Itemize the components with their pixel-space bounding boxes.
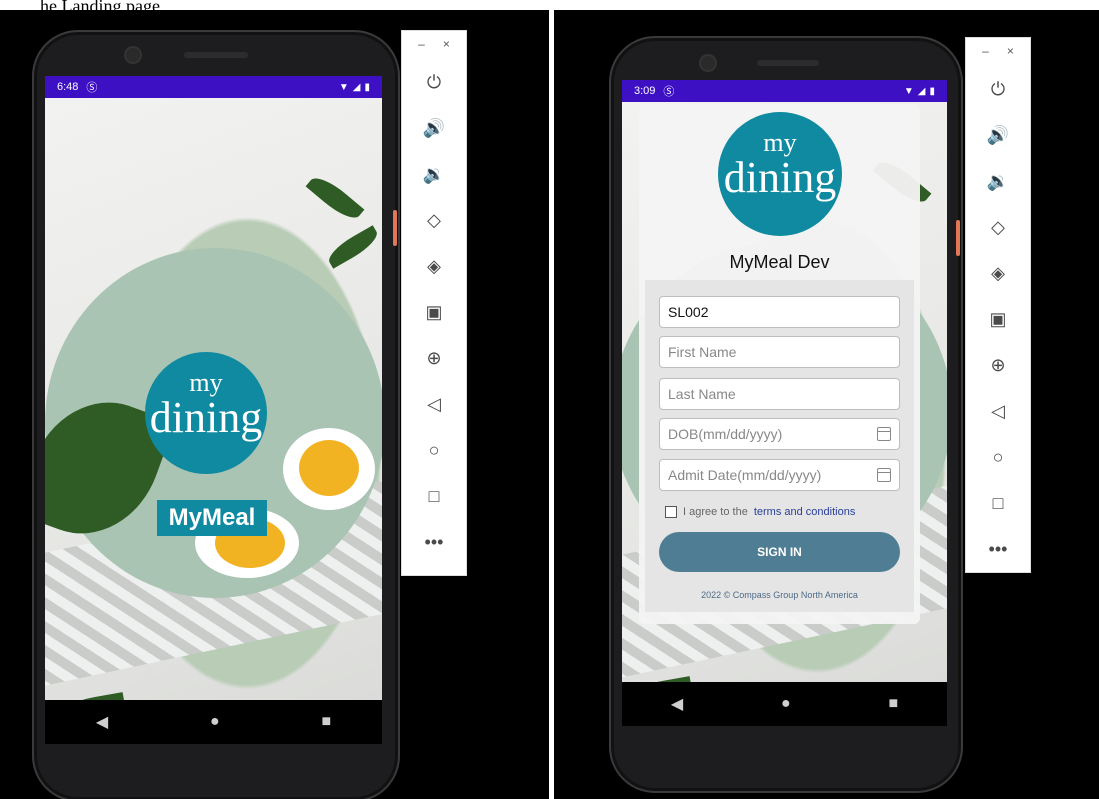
terms-row: I agree to the terms and conditions (665, 506, 855, 518)
left-screen: 6:48 Ⓢ ▼ ◢ ▮ my dining MyMeal ◀ ● ■ (45, 76, 382, 744)
front-camera (699, 54, 717, 72)
nav-back-button[interactable]: ◀ (671, 694, 683, 714)
power-icon[interactable]: ⏻ (402, 59, 466, 105)
terms-link[interactable]: terms and conditions (754, 506, 856, 518)
first-name-placeholder: First Name (668, 344, 737, 360)
battery-icon: ▮ (929, 85, 935, 97)
status-time: 6:48 (57, 81, 79, 93)
right-screenshot-panel: 3:09 Ⓢ ▼ ◢ ▮ my dining MyMeal Dev SL002 … (554, 10, 1099, 799)
home-icon[interactable]: ○ (966, 434, 1030, 480)
leaf-decoration (324, 225, 382, 269)
battery-icon: ▮ (364, 81, 370, 93)
camera-icon[interactable]: ▣ (402, 289, 466, 335)
minimize-button[interactable]: – (982, 44, 989, 58)
site-code-value: SL002 (668, 304, 709, 320)
nav-home-button[interactable]: ● (210, 713, 220, 731)
nav-recents-button[interactable]: ■ (321, 713, 331, 731)
nav-recents-button[interactable]: ■ (888, 695, 898, 713)
mydining-logo: my dining (145, 352, 267, 474)
admit-date-input[interactable]: Admit Date(mm/dd/yyyy) (659, 459, 900, 491)
dob-input[interactable]: DOB(mm/dd/yyyy) (659, 418, 900, 450)
status-time: 3:09 (634, 85, 656, 97)
left-phone-side-button (393, 210, 397, 246)
earpiece-speaker (757, 60, 819, 66)
status-bar: 3:09 Ⓢ ▼ ◢ ▮ (622, 80, 947, 102)
right-screen: 3:09 Ⓢ ▼ ◢ ▮ my dining MyMeal Dev SL002 … (622, 80, 947, 726)
logo-dining-text: dining (149, 393, 263, 442)
status-bar: 6:48 Ⓢ ▼ ◢ ▮ (45, 76, 382, 98)
mydining-logo: my dining (718, 112, 842, 236)
logo-dining-text: dining (723, 153, 837, 202)
emulator-toolbar: – × ⏻ 🔊 🔉 ◇ ◈ ▣ ⊕ ◁ ○ □ ••• (965, 37, 1031, 573)
android-nav-bar: ◀ ● ■ (622, 682, 947, 726)
nav-home-button[interactable]: ● (781, 695, 791, 713)
site-code-input[interactable]: SL002 (659, 296, 900, 328)
overview-icon[interactable]: □ (966, 480, 1030, 526)
volume-down-icon[interactable]: 🔉 (966, 158, 1030, 204)
volume-down-icon[interactable]: 🔉 (402, 151, 466, 197)
earpiece-speaker (184, 52, 248, 58)
back-icon[interactable]: ◁ (966, 388, 1030, 434)
front-camera (124, 46, 142, 64)
home-icon[interactable]: ○ (402, 427, 466, 473)
rotate-right-icon[interactable]: ◈ (402, 243, 466, 289)
more-icon[interactable]: ••• (966, 526, 1030, 572)
calendar-icon[interactable] (877, 427, 891, 441)
yolk-decoration (299, 440, 359, 496)
wifi-icon: ▼ (338, 81, 349, 93)
last-name-input[interactable]: Last Name (659, 378, 900, 410)
nav-back-button[interactable]: ◀ (96, 712, 108, 732)
volume-up-icon[interactable]: 🔊 (966, 112, 1030, 158)
first-name-input[interactable]: First Name (659, 336, 900, 368)
right-phone-side-button (956, 220, 960, 256)
camera-icon[interactable]: ▣ (966, 296, 1030, 342)
rotate-left-icon[interactable]: ◇ (966, 204, 1030, 250)
login-form: SL002 First Name Last Name DOB(mm/dd/yyy… (645, 280, 914, 612)
zoom-icon[interactable]: ⊕ (966, 342, 1030, 388)
leaf-decoration (305, 171, 365, 225)
wifi-icon: ▼ (903, 85, 914, 97)
notification-icon: Ⓢ (86, 82, 98, 94)
notification-icon: Ⓢ (663, 86, 675, 98)
power-icon[interactable]: ⏻ (966, 66, 1030, 112)
left-screenshot-panel: 6:48 Ⓢ ▼ ◢ ▮ my dining MyMeal ◀ ● ■ – × … (0, 10, 549, 799)
close-button[interactable]: × (1007, 44, 1014, 58)
volume-up-icon[interactable]: 🔊 (402, 105, 466, 151)
dob-placeholder: DOB(mm/dd/yyyy) (668, 426, 783, 442)
login-card: my dining MyMeal Dev SL002 First Name La… (639, 104, 920, 624)
minimize-button[interactable]: – (418, 37, 425, 51)
app-title: MyMeal Dev (729, 252, 830, 272)
copyright-text: 2022 © Compass Group North America (701, 590, 858, 600)
terms-label: I agree to the (683, 506, 748, 518)
terms-checkbox[interactable] (665, 506, 677, 518)
sign-in-button[interactable]: SIGN IN (659, 532, 900, 572)
close-button[interactable]: × (443, 37, 450, 51)
last-name-placeholder: Last Name (668, 386, 736, 402)
zoom-icon[interactable]: ⊕ (402, 335, 466, 381)
calendar-icon[interactable] (877, 468, 891, 482)
more-icon[interactable]: ••• (402, 519, 466, 565)
emulator-toolbar: – × ⏻ 🔊 🔉 ◇ ◈ ▣ ⊕ ◁ ○ □ ••• (401, 30, 467, 576)
signal-icon: ◢ (352, 81, 361, 93)
overview-icon[interactable]: □ (402, 473, 466, 519)
signal-icon: ◢ (917, 85, 926, 97)
admit-date-placeholder: Admit Date(mm/dd/yyyy) (668, 467, 822, 483)
android-nav-bar: ◀ ● ■ (45, 700, 382, 744)
rotate-left-icon[interactable]: ◇ (402, 197, 466, 243)
mymeal-badge: MyMeal (157, 500, 267, 536)
back-icon[interactable]: ◁ (402, 381, 466, 427)
rotate-right-icon[interactable]: ◈ (966, 250, 1030, 296)
